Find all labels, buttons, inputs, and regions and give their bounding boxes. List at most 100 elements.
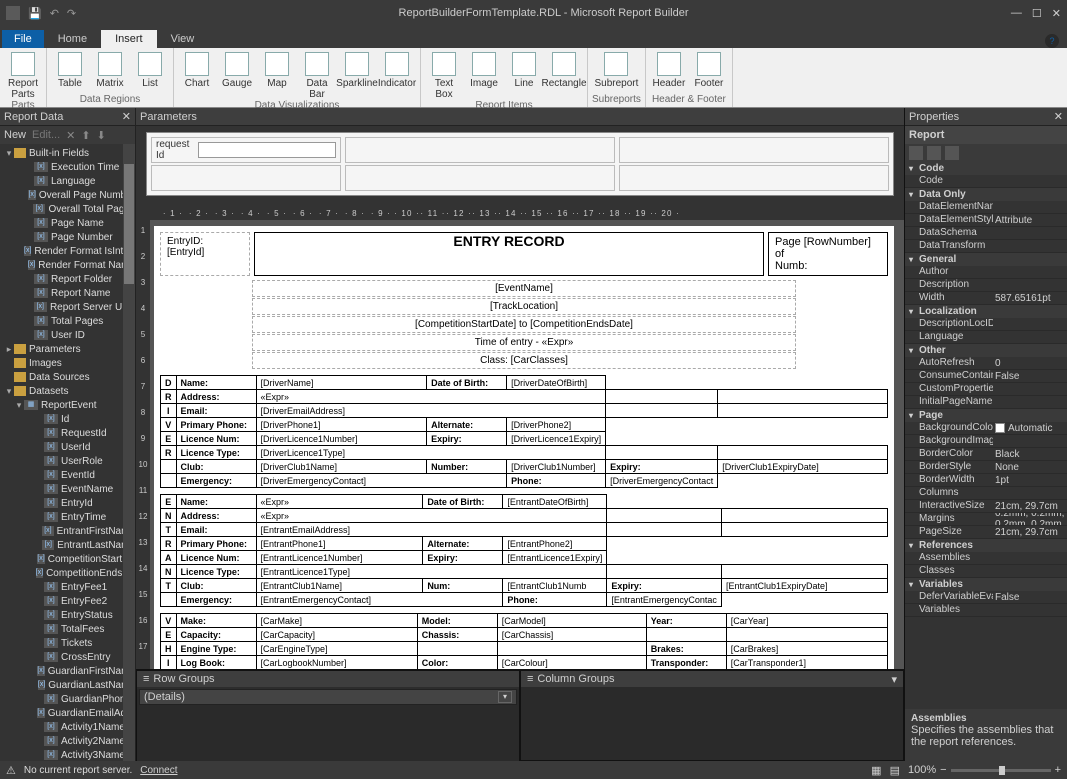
prop-row[interactable]: InteractiveSize21cm, 29.7cm <box>905 500 1067 513</box>
prop-row[interactable]: CustomPropertie <box>905 383 1067 396</box>
header-line[interactable]: [CompetitionStartDate] to [CompetitionEn… <box>252 316 796 333</box>
param-cell[interactable] <box>151 165 341 191</box>
redo-icon[interactable]: ↷ <box>67 7 76 20</box>
tree-node[interactable]: [x]RequestId <box>0 426 135 440</box>
tree-node[interactable]: [x]EntryTime <box>0 510 135 524</box>
prop-row[interactable]: Columns <box>905 487 1067 500</box>
tree-node[interactable]: [x]Page Name <box>0 216 135 230</box>
prop-row[interactable]: Assemblies <box>905 552 1067 565</box>
prop-category[interactable]: ▾References <box>905 539 1067 552</box>
tree-node[interactable]: [x]Render Format Name <box>0 258 135 272</box>
prop-row[interactable]: Classes <box>905 565 1067 578</box>
tab-home[interactable]: Home <box>44 30 101 48</box>
header-line[interactable]: [TrackLocation] <box>252 298 796 315</box>
tree-node[interactable]: [x]Report Server URL <box>0 300 135 314</box>
param-cell[interactable] <box>619 165 889 191</box>
sort-az-icon[interactable] <box>927 146 941 160</box>
file-menu[interactable]: File <box>2 30 44 48</box>
tree-node[interactable]: ▸Parameters <box>0 342 135 356</box>
ribbon-subreport[interactable]: Subreport <box>597 50 635 94</box>
tree-node[interactable]: [x]EntryId <box>0 496 135 510</box>
maximize-icon[interactable]: ☐ <box>1032 7 1042 20</box>
tree-node[interactable]: [x]Activity1Name <box>0 720 135 734</box>
tree-node[interactable]: [x]EntryStatus <box>0 608 135 622</box>
prop-category[interactable]: ▾Code <box>905 162 1067 175</box>
ribbon-image[interactable]: Image <box>465 50 503 100</box>
prop-row[interactable]: DeferVariableEvalFalse <box>905 591 1067 604</box>
prop-row[interactable]: DescriptionLocID <box>905 318 1067 331</box>
tab-insert[interactable]: Insert <box>101 30 157 48</box>
tree-node[interactable]: [x]Activity3Name <box>0 748 135 761</box>
prop-category[interactable]: ▾Variables <box>905 578 1067 591</box>
tree-node[interactable]: [x]Overall Page Number <box>0 188 135 202</box>
prop-row[interactable]: PageSize21cm, 29.7cm <box>905 526 1067 539</box>
tree-node[interactable]: [x]Report Folder <box>0 272 135 286</box>
param-cell[interactable] <box>619 137 889 163</box>
save-icon[interactable]: 💾 <box>28 7 42 20</box>
tree-node[interactable]: [x]User ID <box>0 328 135 342</box>
prop-category[interactable]: ▾Localization <box>905 305 1067 318</box>
close-icon[interactable]: ✕ <box>1052 7 1061 20</box>
edit-button[interactable]: Edit... <box>32 129 60 141</box>
ribbon-rectangle[interactable]: Rectangle <box>545 50 583 100</box>
ribbon-table[interactable]: Table <box>51 50 89 94</box>
prop-row[interactable]: DataSchema <box>905 227 1067 240</box>
entrant-table[interactable]: EName:«Expr»Date of Birth:[EntrantDateOf… <box>160 494 888 607</box>
header-line[interactable]: [EventName] <box>252 280 796 297</box>
tree-node[interactable]: [x]EntryFee2 <box>0 594 135 608</box>
tree-node[interactable]: [x]EntryFee1 <box>0 580 135 594</box>
ribbon-gauge[interactable]: Gauge <box>218 50 256 100</box>
tree-node[interactable]: ▾▦ReportEvent <box>0 398 135 412</box>
properties-grid[interactable]: ▾CodeCode▾Data OnlyDataElementNamDataEle… <box>905 162 1067 709</box>
tree-node[interactable]: [x]Execution Time <box>0 160 135 174</box>
prop-row[interactable]: BackgroundColoAutomatic <box>905 422 1067 435</box>
prop-row[interactable]: AutoRefresh0 <box>905 357 1067 370</box>
tree-node[interactable]: Images <box>0 356 135 370</box>
tree-node[interactable]: [x]Total Pages <box>0 314 135 328</box>
ribbon-text-box[interactable]: TextBox <box>425 50 463 100</box>
header-line[interactable]: Time of entry - «Expr» <box>252 334 796 351</box>
prop-row[interactable]: InitialPageName <box>905 396 1067 409</box>
ribbon-matrix[interactable]: Matrix <box>91 50 129 94</box>
tree-node[interactable]: ▾Datasets <box>0 384 135 398</box>
param-cell[interactable] <box>345 165 615 191</box>
prop-category[interactable]: ▾Page <box>905 409 1067 422</box>
ribbon-list[interactable]: List <box>131 50 169 94</box>
prop-row[interactable]: Language <box>905 331 1067 344</box>
prop-row[interactable]: Code <box>905 175 1067 188</box>
view-design-icon[interactable]: ▦ <box>871 764 881 777</box>
details-group[interactable]: (Details)▾ <box>139 689 517 705</box>
prop-row[interactable]: Author <box>905 266 1067 279</box>
tree-node[interactable]: [x]GuardianPhone <box>0 692 135 706</box>
tree-node[interactable]: [x]UserId <box>0 440 135 454</box>
driver-table[interactable]: DName:[DriverName]Date of Birth:[DriverD… <box>160 375 888 488</box>
prop-row[interactable]: DataElementStyleAttribute <box>905 214 1067 227</box>
tree-node[interactable]: [x]GuardianEmailAddr <box>0 706 135 720</box>
prop-row[interactable]: BorderWidth1pt <box>905 474 1067 487</box>
tab-view[interactable]: View <box>157 30 209 48</box>
group-menu-icon[interactable]: ▾ <box>891 673 897 686</box>
tree-node[interactable]: [x]GuardianFirstName <box>0 664 135 678</box>
tree-node[interactable]: [x]Page Number <box>0 230 135 244</box>
panel-close-icon[interactable]: ✕ <box>122 110 131 123</box>
tree-node[interactable]: [x]Id <box>0 412 135 426</box>
prop-row[interactable]: ConsumeContainFalse <box>905 370 1067 383</box>
tree-node[interactable]: [x]Report Name <box>0 286 135 300</box>
prop-row[interactable]: Variables <box>905 604 1067 617</box>
prop-row[interactable]: DataTransform <box>905 240 1067 253</box>
param-cell[interactable] <box>345 137 615 163</box>
page-box[interactable]: Page [RowNumber] of Numb: <box>768 232 888 276</box>
tree-node[interactable]: ▾Built-in Fields <box>0 146 135 160</box>
report-body[interactable]: EntryID: [EntryId] ENTRY RECORD Page [Ro… <box>154 226 894 669</box>
view-preview-icon[interactable]: ▤ <box>890 764 900 777</box>
prop-category[interactable]: ▾Data Only <box>905 188 1067 201</box>
prop-row[interactable]: BorderColorBlack <box>905 448 1067 461</box>
ribbon-footer[interactable]: Footer <box>690 50 728 94</box>
connect-link[interactable]: Connect <box>140 765 177 776</box>
design-surface[interactable]: · 1 ·· 2 ·· 3 ·· 4 ·· 5 ·· 6 ·· 7 ·· 8 ·… <box>136 206 904 669</box>
zoom-in-icon[interactable]: + <box>1055 764 1061 776</box>
prop-pages-icon[interactable] <box>945 146 959 160</box>
prop-row[interactable]: Width587.65161pt <box>905 292 1067 305</box>
help-icon[interactable]: ? <box>1045 34 1059 48</box>
tree-node[interactable]: [x]EntrantFirstName <box>0 524 135 538</box>
